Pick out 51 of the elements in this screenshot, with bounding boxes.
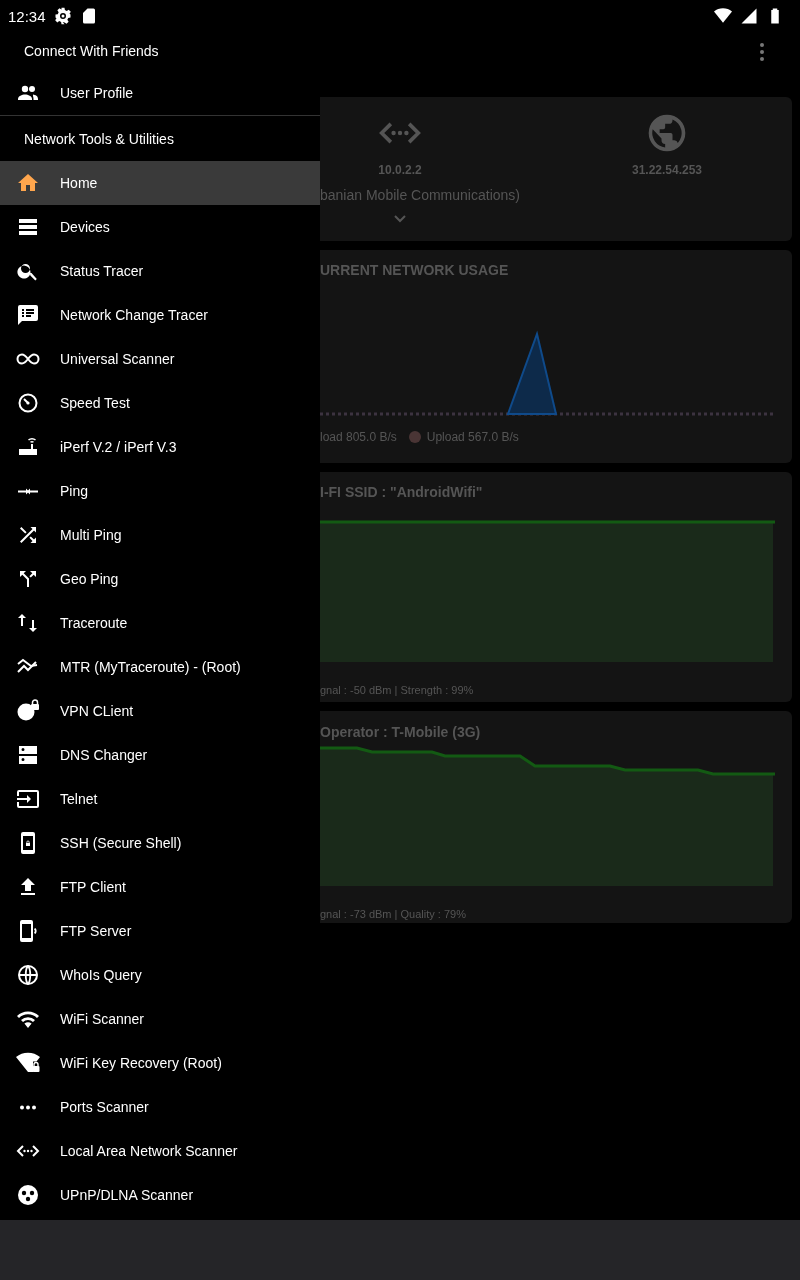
message-icon <box>16 303 40 327</box>
drawer-item[interactable]: Local Area Network Scanner <box>0 1129 320 1173</box>
drawer-item[interactable]: Devices <box>0 205 320 249</box>
drawer-item[interactable]: SSH (Secure Shell) <box>0 821 320 865</box>
cell-signal-icon <box>740 7 758 25</box>
drawer-item[interactable]: FTP Client <box>0 865 320 909</box>
drawer-item[interactable]: Home <box>0 161 320 205</box>
drawer-item[interactable]: FTP Server <box>0 909 320 953</box>
drawer-item[interactable]: Ping <box>0 469 320 513</box>
drawer-item[interactable]: WiFi Scanner <box>0 997 320 1041</box>
drawer-item[interactable]: VPN CLient <box>0 689 320 733</box>
drawer-item[interactable]: Telnet <box>0 777 320 821</box>
card-title: URRENT NETWORK USAGE <box>320 262 510 278</box>
globe-lock-icon <box>16 699 40 723</box>
drawer-item[interactable]: iPerf V.2 / iPerf V.3 <box>0 425 320 469</box>
drawer-item[interactable]: Traceroute <box>0 601 320 645</box>
drawer-item[interactable]: MTR (MyTraceroute) - (Root) <box>0 645 320 689</box>
legend-label: load 805.0 B/s <box>320 430 397 444</box>
gear-icon <box>53 7 72 25</box>
drawer-item[interactable]: WiFi Key Recovery (Root) <box>0 1041 320 1085</box>
local-ip: 10.0.2.2 <box>378 163 422 177</box>
drawer-item[interactable]: Network Change Tracer <box>0 293 320 337</box>
arrows-icon <box>16 486 40 496</box>
drawer-item[interactable]: Speed Test <box>0 381 320 425</box>
section-header: Network Tools & Utilities <box>23 129 175 149</box>
legend-label: Upload 567.0 B/s <box>426 430 519 444</box>
card-title: I-FI SSID : "AndroidWifi" <box>320 484 484 500</box>
drawer-item[interactable]: Multi Ping <box>0 513 320 557</box>
globe-icon <box>16 963 40 987</box>
input-icon <box>16 787 40 811</box>
drawer-item[interactable]: UPnP/DLNA Scanner <box>0 1173 320 1217</box>
status-time: 12:34 <box>8 7 46 25</box>
drawer-item[interactable]: Universal Scanner <box>0 337 320 381</box>
operator-text: banian Mobile Communications) <box>320 187 521 203</box>
drawer-item[interactable]: User Profile <box>0 70 320 115</box>
server-icon <box>16 743 40 767</box>
section-header: Connect With Friends <box>23 42 160 61</box>
drawer-item[interactable]: WhoIs Query <box>0 953 320 997</box>
wifi-signal-text: gnal : -50 dBm | Strength : 99% <box>320 684 475 696</box>
wifi-signal-icon <box>714 7 732 25</box>
circle-dots-icon <box>16 1183 40 1207</box>
timer-icon <box>16 391 40 415</box>
card-title: Operator : T-Mobile (3G) <box>320 724 482 740</box>
public-ip: 31.22.54.253 <box>631 163 703 177</box>
swap-arrows-icon <box>16 611 40 635</box>
drawer-item[interactable]: DNS Changer <box>0 733 320 777</box>
cellular-signal-text: gnal : -73 dBm | Quality : 79% <box>320 908 467 920</box>
drawer-item[interactable]: Ports Scanner <box>0 1085 320 1129</box>
drawer-item[interactable]: Status Tracer <box>0 249 320 293</box>
drawer-item[interactable]: Geo Ping <box>0 557 320 601</box>
wifi-lock-icon <box>16 1051 40 1075</box>
